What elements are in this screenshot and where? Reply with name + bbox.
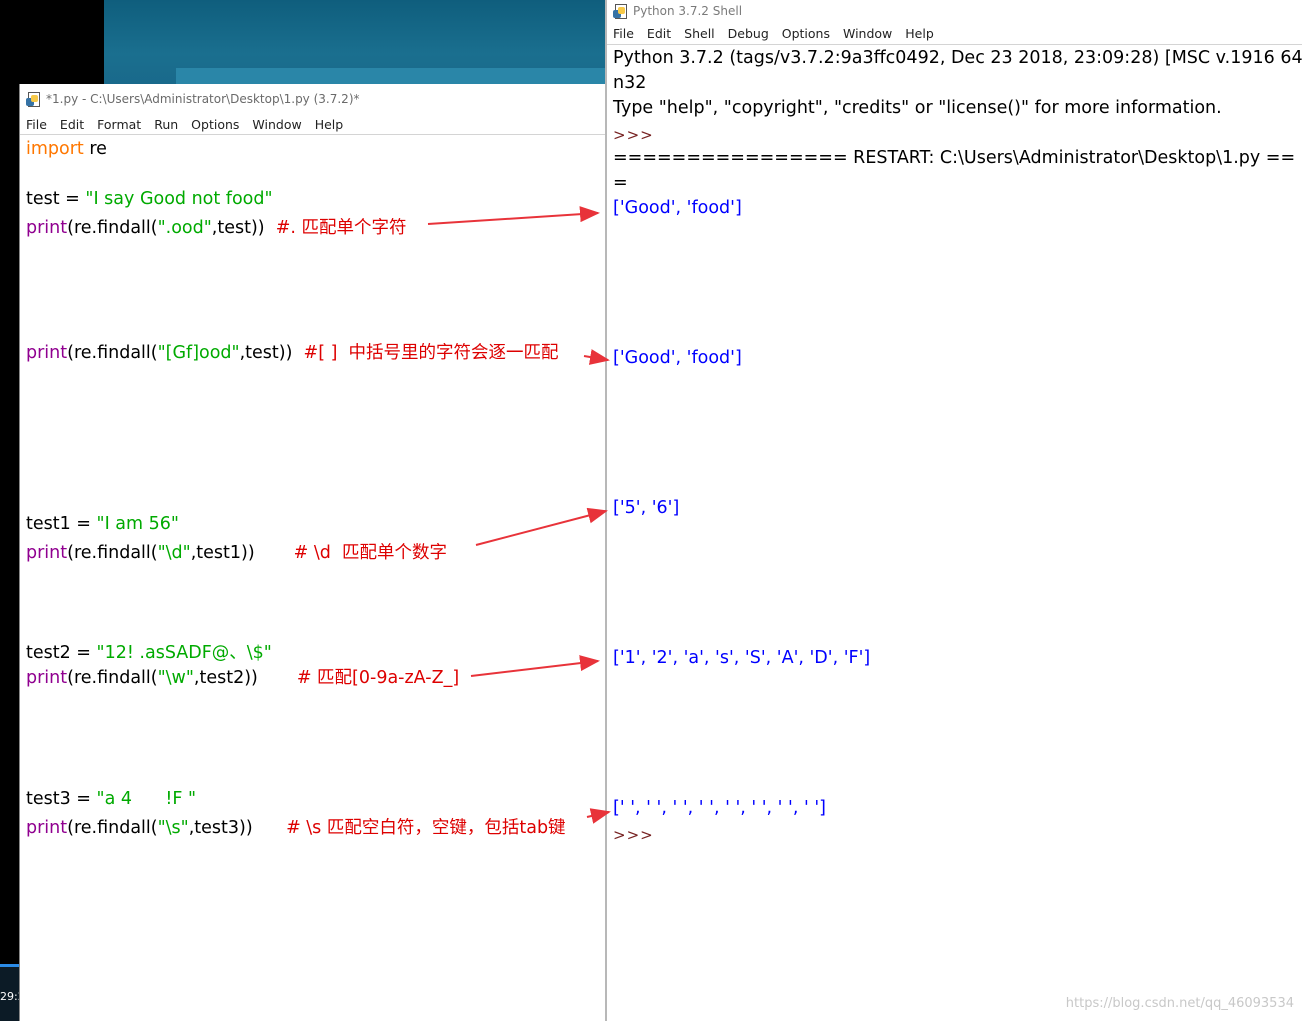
- builtin: print: [26, 543, 68, 563]
- shell-menu-shell[interactable]: Shell: [684, 26, 715, 41]
- shell-menubar: File Edit Shell Debug Options Window Hel…: [607, 22, 1302, 45]
- code-text: test2 =: [26, 643, 97, 663]
- comment: # 匹配[0-9a-zA-Z_]: [296, 668, 460, 688]
- shell-title: Python 3.7.2 Shell: [633, 4, 743, 18]
- string-literal: "[Gf]ood": [157, 343, 240, 363]
- code-text: ,test)): [211, 218, 276, 238]
- comment: # \s 匹配空白符，空键，包括tab键: [286, 818, 566, 838]
- taskbar-highlight: [0, 964, 19, 967]
- code-line-print-4: print(re.findall("\w",test2)) # 匹配[0-9a-…: [26, 664, 459, 689]
- code-line-import: import re: [26, 139, 107, 159]
- code-text: ,test)): [239, 343, 304, 363]
- shell-menu-help[interactable]: Help: [905, 26, 934, 41]
- shell-menu-edit[interactable]: Edit: [647, 26, 671, 41]
- code-text: re: [83, 139, 107, 159]
- code-line-print-3: print(re.findall("\d",test1)) # \d 匹配单个数…: [26, 539, 447, 564]
- shell-output-1: ['Good', 'food']: [613, 198, 742, 218]
- code-text: (re.findall(: [67, 818, 158, 838]
- shell-output-5: [' ', ' ', ' ', ' ', ' ', ' ', ' ', ' ']: [613, 798, 827, 818]
- shell-menu-debug[interactable]: Debug: [728, 26, 769, 41]
- editor-menu-run[interactable]: Run: [154, 117, 178, 132]
- editor-menu-help[interactable]: Help: [315, 117, 344, 132]
- code-area[interactable]: import re test = "I say Good not food" p…: [20, 135, 606, 1015]
- string-literal: "\s": [157, 818, 189, 838]
- taskbar-clock: 29:2: [0, 990, 19, 1003]
- string-literal: "I say Good not food": [85, 189, 273, 209]
- editor-title: *1.py - C:\Users\Administrator\Desktop\1…: [46, 92, 360, 106]
- code-line-test: test = "I say Good not food": [26, 189, 273, 209]
- keyword: import: [26, 139, 84, 159]
- shell-output-3: ['5', '6']: [613, 498, 680, 518]
- idle-file-icon: [26, 91, 42, 107]
- editor-titlebar[interactable]: *1.py - C:\Users\Administrator\Desktop\1…: [20, 84, 606, 114]
- string-literal: "a 4 !F ": [96, 789, 197, 809]
- shell-banner-line-2: n32: [613, 73, 647, 93]
- string-literal: ".ood": [157, 218, 212, 238]
- code-text: (re.findall(: [67, 343, 158, 363]
- code-line-print-5: print(re.findall("\s",test3)) # \s 匹配空白符…: [26, 814, 566, 839]
- shell-menu-file[interactable]: File: [613, 26, 634, 41]
- shell-banner-line-3: Type "help", "copyright", "credits" or "…: [613, 98, 1222, 118]
- shell-menu-window[interactable]: Window: [843, 26, 892, 41]
- comment: #. 匹配单个字符: [275, 218, 407, 238]
- string-literal: "I am 56": [96, 514, 179, 534]
- builtin: print: [26, 818, 68, 838]
- editor-menu-edit[interactable]: Edit: [60, 117, 84, 132]
- shell-prompt-end[interactable]: >>>: [613, 826, 654, 844]
- code-line-test3: test3 = "a 4 !F ": [26, 789, 196, 809]
- editor-menu-window[interactable]: Window: [252, 117, 301, 132]
- code-line-test1: test1 = "I am 56": [26, 514, 179, 534]
- code-text: ,test1)): [190, 543, 294, 563]
- shell-banner-line-1: Python 3.7.2 (tags/v3.7.2:9a3ffc0492, De…: [613, 48, 1302, 68]
- code-text: (re.findall(: [67, 218, 158, 238]
- editor-menubar: File Edit Format Run Options Window Help: [20, 114, 606, 135]
- code-text: ,test2)): [193, 668, 297, 688]
- code-line-print-2: print(re.findall("[Gf]ood",test)) #[ ] 中…: [26, 339, 559, 364]
- shell-restart-line: ================ RESTART: C:\Users\Admin…: [613, 148, 1296, 168]
- shell-restart-wrap: =: [613, 173, 628, 193]
- string-literal: "\d": [157, 543, 191, 563]
- comment: #[ ] 中括号里的字符会逐一匹配: [303, 343, 559, 363]
- shell-menu-options[interactable]: Options: [782, 26, 830, 41]
- builtin: print: [26, 218, 68, 238]
- editor-menu-options[interactable]: Options: [191, 117, 239, 132]
- shell-window[interactable]: Python 3.7.2 Shell File Edit Shell Debug…: [605, 0, 1302, 1021]
- editor-menu-file[interactable]: File: [26, 117, 47, 132]
- shell-titlebar[interactable]: Python 3.7.2 Shell: [607, 0, 1302, 22]
- string-literal: "12! .asSADF@、\$": [96, 643, 272, 663]
- string-literal: "\w": [157, 668, 194, 688]
- code-text: ,test3)): [188, 818, 287, 838]
- code-text: test1 =: [26, 514, 97, 534]
- code-text: test =: [26, 189, 86, 209]
- shell-output-2: ['Good', 'food']: [613, 348, 742, 368]
- editor-window[interactable]: *1.py - C:\Users\Administrator\Desktop\1…: [19, 84, 606, 1021]
- code-text: (re.findall(: [67, 668, 158, 688]
- builtin: print: [26, 668, 68, 688]
- python-shell-icon: [613, 3, 629, 19]
- editor-menu-format[interactable]: Format: [97, 117, 141, 132]
- code-line-test2: test2 = "12! .asSADF@、\$": [26, 639, 272, 664]
- shell-prompt: >>>: [613, 126, 654, 144]
- code-line-print-1: print(re.findall(".ood",test)) #. 匹配单个字符: [26, 214, 407, 239]
- builtin: print: [26, 343, 68, 363]
- comment: # \d 匹配单个数字: [293, 543, 447, 563]
- code-text: (re.findall(: [67, 543, 158, 563]
- code-text: test3 =: [26, 789, 97, 809]
- watermark: https://blog.csdn.net/qq_46093534: [1065, 996, 1294, 1011]
- shell-output-4: ['1', '2', 'a', 's', 'S', 'A', 'D', 'F']: [613, 648, 871, 668]
